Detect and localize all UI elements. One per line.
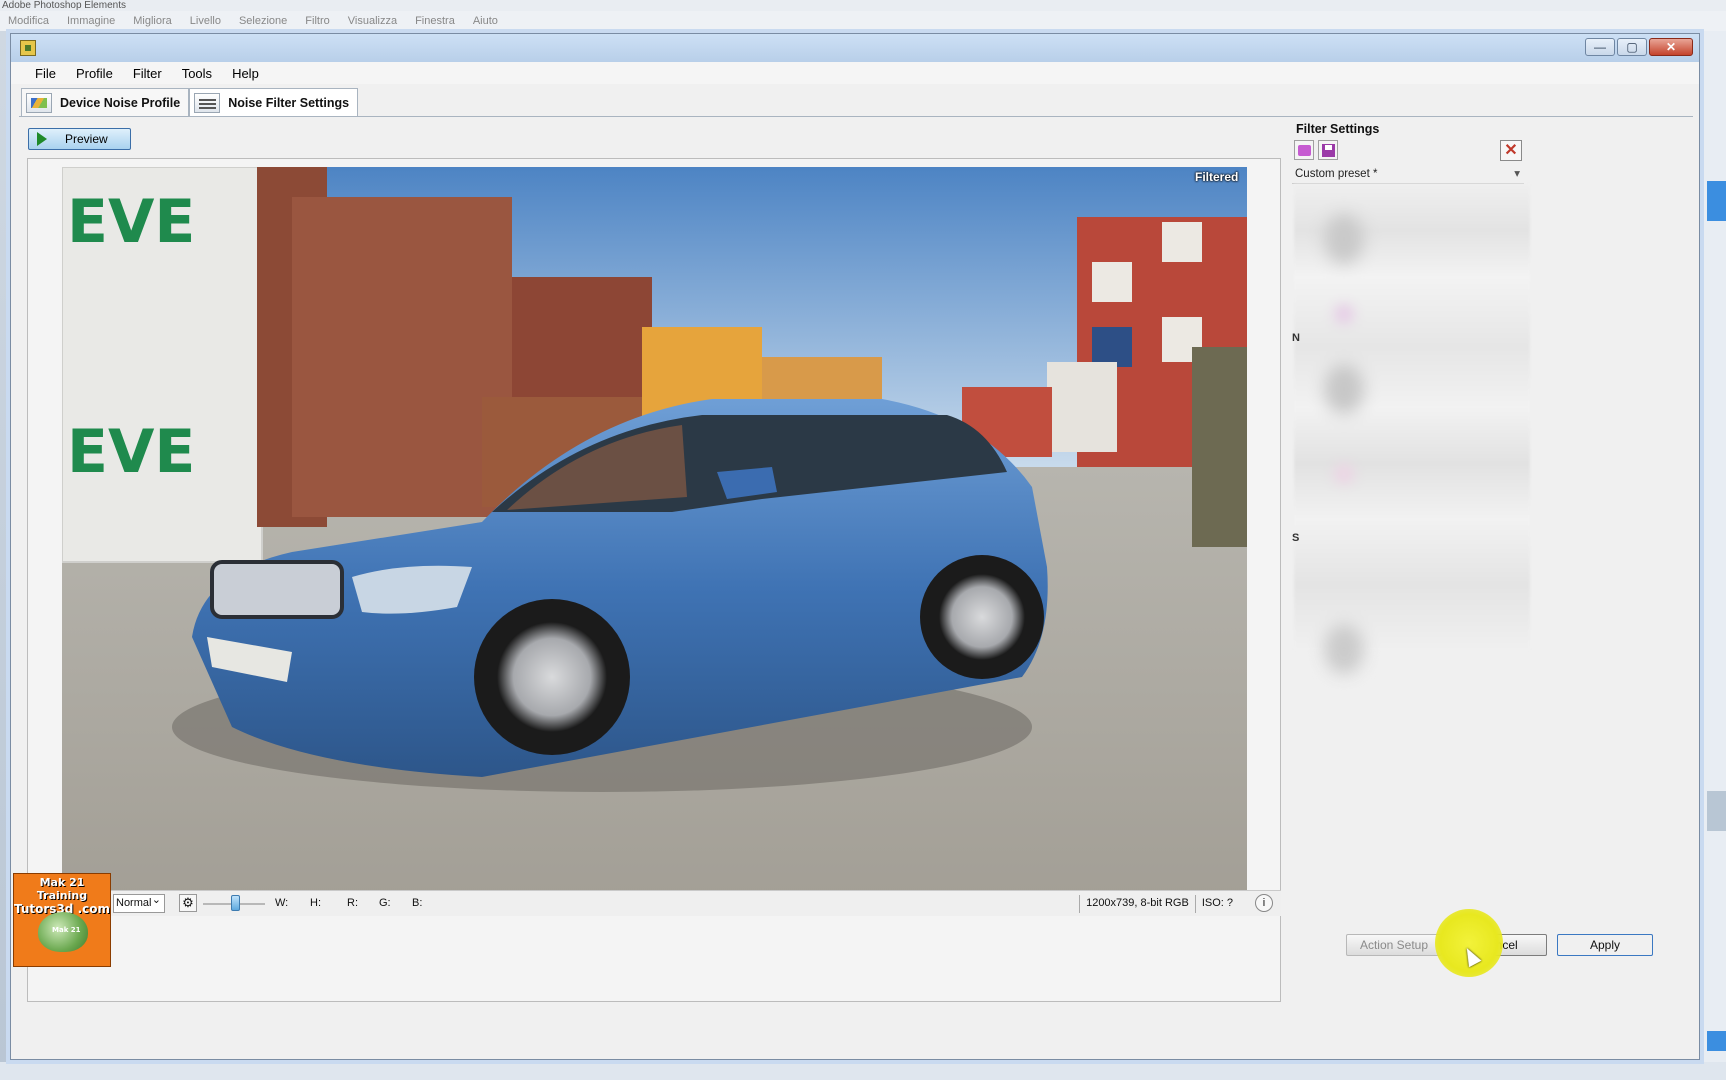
preset-dropdown[interactable]: Custom preset * <box>1292 164 1524 184</box>
host-panel-tab[interactable] <box>1707 791 1726 831</box>
sliders-icon <box>194 92 221 113</box>
menu-help[interactable]: Help <box>222 66 269 81</box>
filter-controls-obscured <box>1294 184 1530 650</box>
dialog-titlebar[interactable]: — ▢ ✕ <box>11 34 1699 62</box>
host-app-title: Adobe Photoshop Elements <box>0 0 1726 11</box>
tab-label: Device Noise Profile <box>60 95 181 110</box>
green-label: G: <box>379 897 391 909</box>
host-menu-item[interactable]: Livello <box>190 15 221 27</box>
host-menu-item[interactable]: Immagine <box>67 15 115 27</box>
info-icon[interactable]: i <box>1255 894 1273 912</box>
menu-file[interactable]: File <box>25 66 66 81</box>
preview-image[interactable]: EVE EVE <box>62 167 1247 897</box>
host-menu-item[interactable]: Filtro <box>305 15 329 27</box>
host-right-panel <box>1700 31 1726 1080</box>
app-icon <box>20 40 36 56</box>
apply-button[interactable]: Apply <box>1557 934 1653 956</box>
reset-filter-close-icon[interactable]: ✕ <box>1500 140 1522 161</box>
iso-value: ISO: ? <box>1194 895 1239 913</box>
host-panel-tab[interactable] <box>1707 1031 1726 1051</box>
maximize-button[interactable]: ▢ <box>1617 38 1647 56</box>
action-setup-button[interactable]: Action Setup <box>1346 934 1442 956</box>
host-menu-item[interactable]: Modifica <box>8 15 49 27</box>
graph-icon <box>26 92 52 113</box>
red-label: R: <box>347 897 358 909</box>
blue-label: B: <box>412 897 423 909</box>
noise-filter-dialog: — ▢ ✕ File Profile Filter Tools Help Dev… <box>10 33 1700 1060</box>
section-label: N <box>1292 332 1300 344</box>
logo-pot-label: Mak 21 <box>52 926 81 934</box>
close-button[interactable]: ✕ <box>1649 38 1693 56</box>
host-menu-item[interactable]: Selezione <box>239 15 287 27</box>
image-dimensions: 1200x739, 8-bit RGB <box>1079 895 1195 913</box>
viewer-statusbar: Normal ⚙ W: H: R: G: B: 1200x739, 8-bit … <box>27 890 1281 916</box>
view-settings-icon[interactable]: ⚙ <box>179 894 197 912</box>
logo-line-1: Mak 21 Training <box>36 876 88 902</box>
menu-tools[interactable]: Tools <box>172 66 222 81</box>
host-menu-item[interactable]: Aiuto <box>473 15 498 27</box>
host-menu-item[interactable]: Finestra <box>415 15 455 27</box>
preview-button-label: Preview <box>65 132 108 146</box>
window-controls: — ▢ ✕ <box>1585 38 1693 56</box>
tab-divider <box>19 116 1693 117</box>
host-menubar: Modifica Immagine Migliora Livello Selez… <box>0 11 1726 31</box>
play-icon <box>37 132 47 146</box>
svg-text:EVE: EVE <box>67 187 195 257</box>
host-menu-item[interactable]: Migliora <box>133 15 172 27</box>
tab-bar: Device Noise Profile Noise Filter Settin… <box>21 88 359 116</box>
host-menu-item[interactable]: Visualizza <box>348 15 397 27</box>
open-preset-icon[interactable] <box>1294 140 1314 160</box>
zoom-slider-thumb[interactable] <box>231 895 240 911</box>
filter-settings-title: Filter Settings <box>1296 122 1380 136</box>
training-logo: Mak 21 Training Tutors3d .com Mak 21 <box>13 873 111 967</box>
preview-button[interactable]: Preview <box>28 128 131 150</box>
section-label: S <box>1292 532 1300 544</box>
menu-filter[interactable]: Filter <box>123 66 172 81</box>
host-panel-tab[interactable] <box>1707 181 1726 221</box>
height-label: H: <box>310 897 321 909</box>
host-left-toolbar <box>0 31 10 1080</box>
tab-device-noise-profile[interactable]: Device Noise Profile <box>21 88 190 116</box>
tab-label: Noise Filter Settings <box>228 95 350 110</box>
width-label: W: <box>275 897 289 909</box>
svg-text:EVE: EVE <box>67 417 195 487</box>
view-mode-select[interactable]: Normal <box>113 892 165 913</box>
car-photo-illustration: EVE EVE <box>62 167 1247 897</box>
tab-noise-filter-settings[interactable]: Noise Filter Settings <box>189 88 359 116</box>
save-preset-icon[interactable] <box>1318 140 1338 160</box>
host-bottom-bar <box>0 1062 1726 1080</box>
dialog-menubar: File Profile Filter Tools Help <box>11 62 1699 84</box>
filtered-badge: Filtered <box>1195 170 1239 184</box>
menu-profile[interactable]: Profile <box>66 66 123 81</box>
preset-toolbar <box>1294 140 1338 160</box>
image-info: 1200x739, 8-bit RGB ISO: ? <box>1079 895 1239 913</box>
minimize-button[interactable]: — <box>1585 38 1615 56</box>
